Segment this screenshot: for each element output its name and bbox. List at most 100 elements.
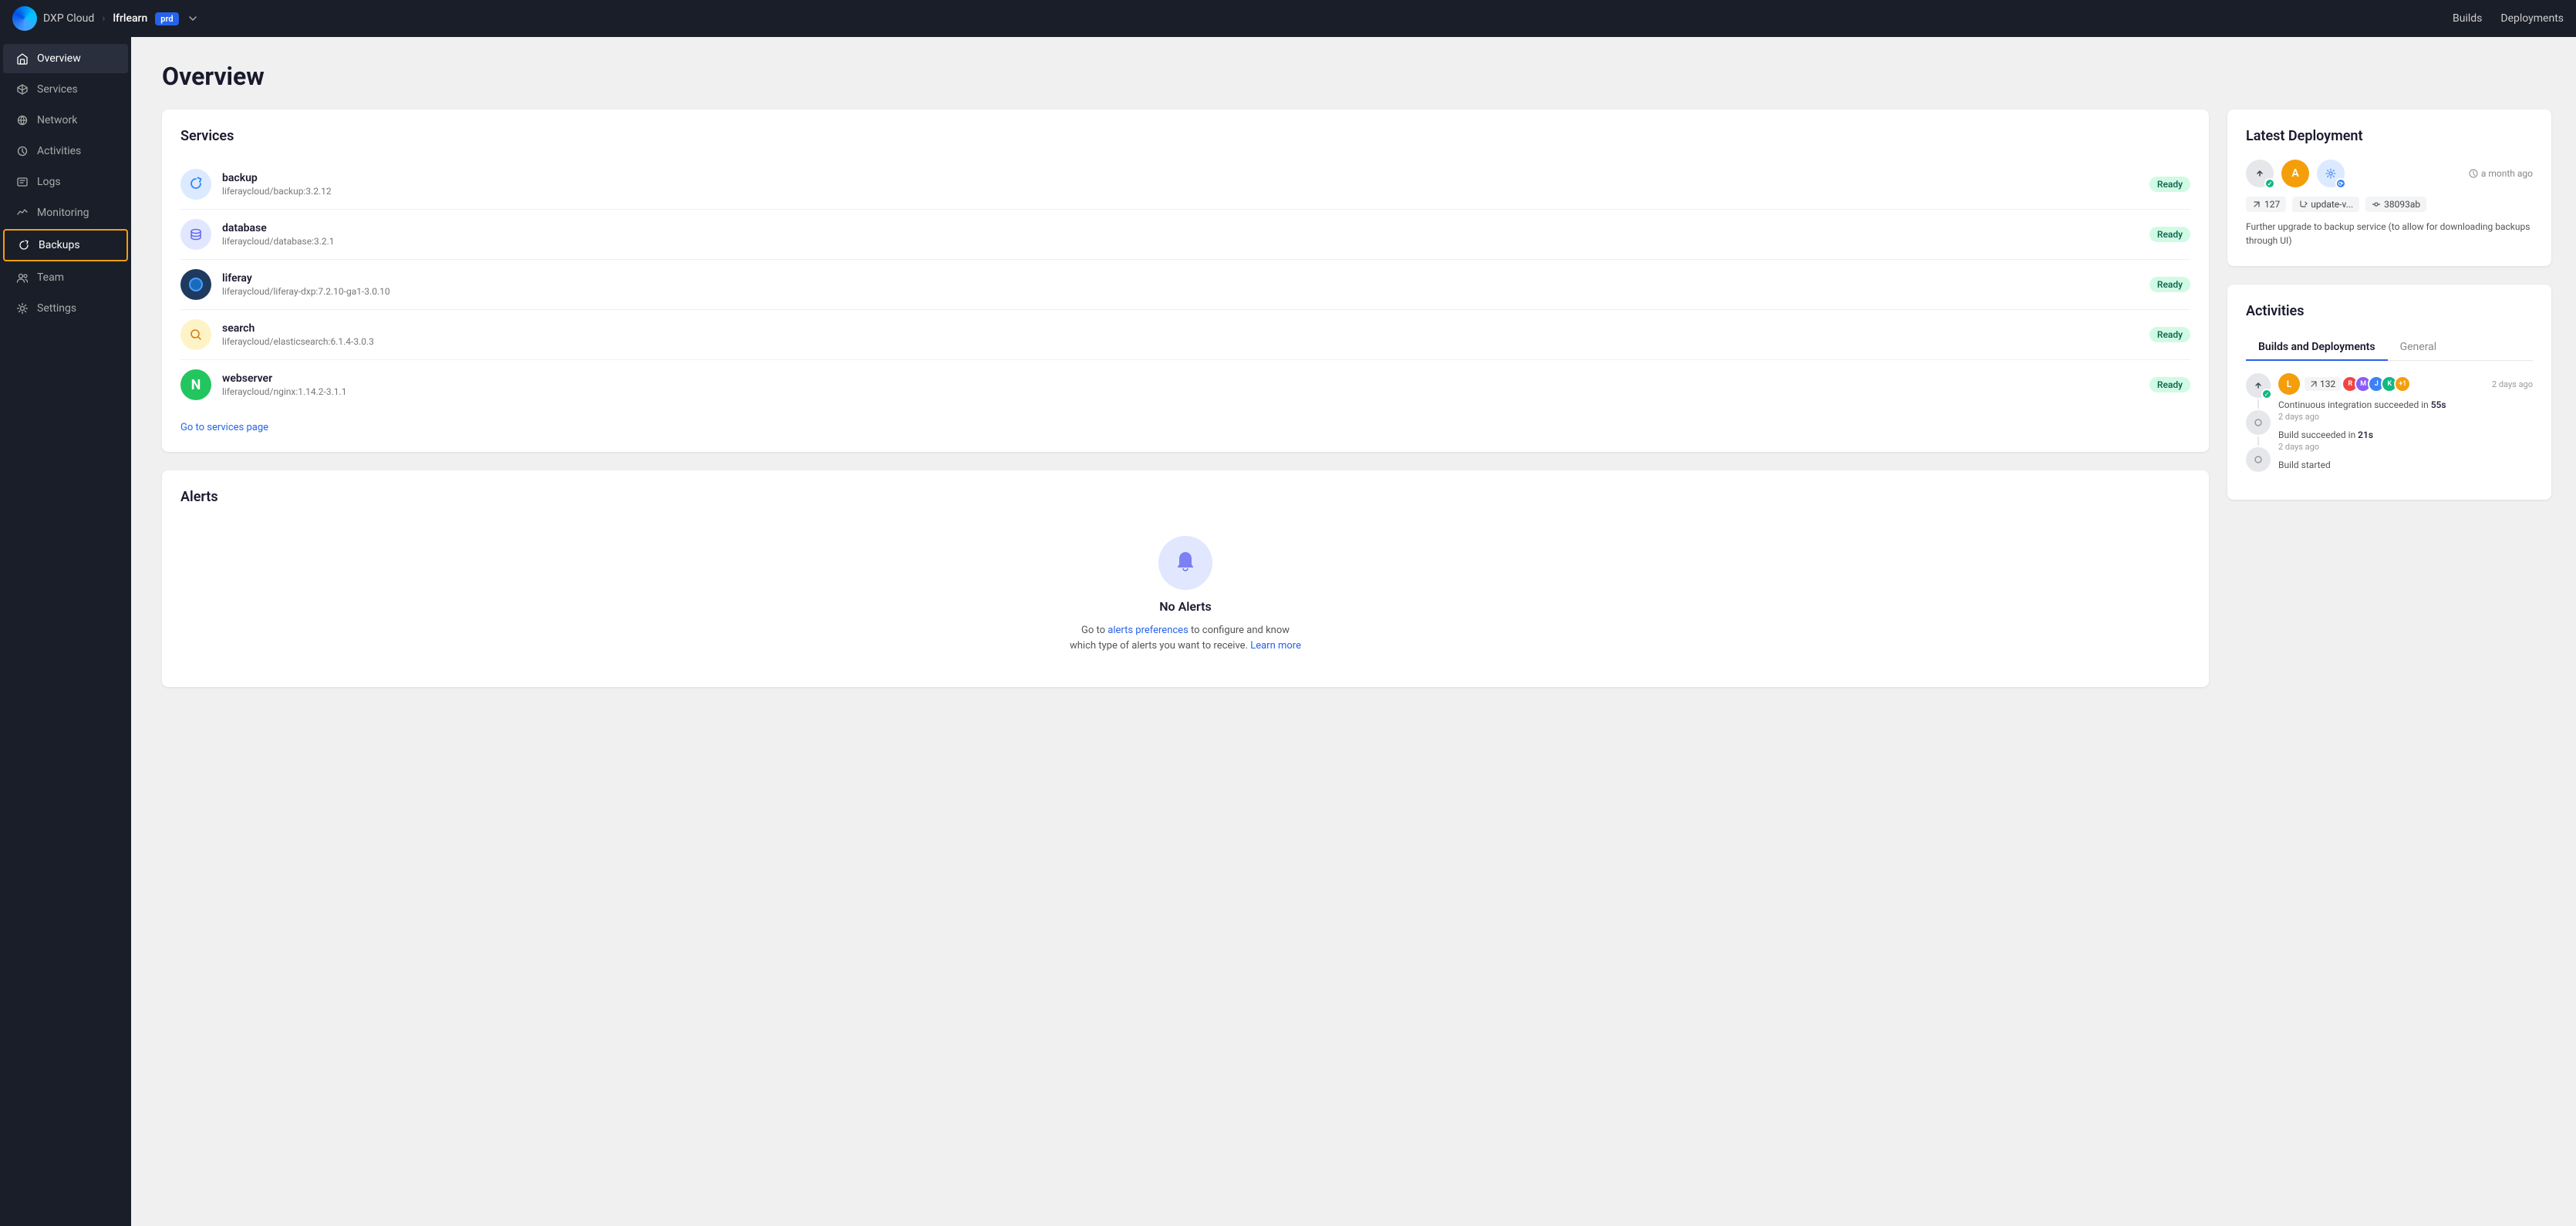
alerts-card: Alerts No Alerts Go to alerts preference…: [162, 470, 2209, 687]
sidebar: Overview Services Network Activities Log…: [0, 37, 131, 1226]
sidebar-item-overview[interactable]: Overview: [3, 44, 128, 73]
service-row: database liferaycloud/database:3.2.1 Rea…: [180, 210, 2190, 260]
status-badge-webserver: Ready: [2149, 377, 2190, 392]
logs-icon: [15, 175, 29, 189]
webserver-icon: N: [180, 369, 211, 400]
sidebar-label-logs: Logs: [37, 176, 61, 188]
liferay-icon: [180, 269, 211, 300]
sidebar-label-settings: Settings: [37, 302, 76, 315]
builds-link[interactable]: Builds: [2453, 12, 2482, 25]
project-name[interactable]: lfrlearn: [113, 12, 147, 25]
topnav: DXP Cloud › lfrlearn prd Builds Deployme…: [0, 0, 2576, 37]
sidebar-label-services: Services: [37, 83, 78, 96]
act-upload-icon: ✓: [2246, 373, 2271, 398]
act-sub-icon: [2246, 410, 2271, 435]
act-build-subtime: 2 days ago: [2278, 442, 2533, 452]
backups-icon: [17, 238, 31, 252]
sidebar-item-services[interactable]: Services: [3, 75, 128, 104]
learn-more-link[interactable]: Learn more: [1250, 640, 1301, 652]
content-grid: Services backup liferaycloud/backup:3.2.…: [162, 109, 2551, 687]
alerts-empty-state: No Alerts Go to alerts preferences to co…: [180, 520, 2190, 669]
sidebar-label-monitoring: Monitoring: [37, 207, 89, 219]
alerts-card-title: Alerts: [180, 489, 2190, 505]
database-icon: [180, 219, 211, 250]
app-body: Overview Services Network Activities Log…: [0, 37, 2576, 1226]
latest-deployment-card: Latest Deployment ✓ A ⟳: [2227, 109, 2551, 266]
sidebar-item-settings[interactable]: Settings: [3, 294, 128, 323]
services-card-title: Services: [180, 128, 2190, 144]
sidebar-label-backups: Backups: [39, 239, 80, 251]
team-icon: [15, 271, 29, 285]
deploy-user-avatar: A: [2281, 160, 2309, 187]
service-name-liferay: liferay: [222, 272, 2149, 285]
no-alerts-title: No Alerts: [1159, 599, 1212, 614]
page-title: Overview: [162, 62, 2551, 91]
left-column: Services backup liferaycloud/backup:3.2.…: [162, 109, 2209, 687]
act-user-avatar: L: [2278, 373, 2300, 395]
backup-icon: [180, 169, 211, 200]
act-build-num: 132: [2305, 377, 2341, 391]
activities-tabs: Builds and Deployments General: [2246, 335, 2533, 361]
sidebar-item-network[interactable]: Network: [3, 106, 128, 135]
right-column: Latest Deployment ✓ A ⟳: [2227, 109, 2551, 687]
dxp-cloud-logo: [12, 6, 37, 31]
status-badge-liferay: Ready: [2149, 277, 2190, 292]
monitoring-icon: [15, 206, 29, 220]
branch-tag: update-v...: [2292, 197, 2359, 212]
gear-check-icon: ⟳: [2335, 178, 2346, 189]
act-sub-icon2: [2246, 447, 2271, 472]
act-ci-text: Continuous integration succeeded in 55s: [2278, 398, 2533, 412]
act-time: 2 days ago: [2492, 379, 2533, 389]
sidebar-label-overview: Overview: [37, 52, 81, 65]
service-image-backup: liferaycloud/backup:3.2.12: [222, 186, 2149, 197]
tab-general[interactable]: General: [2388, 335, 2450, 361]
deployment-row: ✓ A ⟳ a month ago: [2246, 160, 2533, 187]
activity-icon: [15, 144, 29, 158]
services-card: Services backup liferaycloud/backup:3.2.…: [162, 109, 2209, 452]
sidebar-item-monitoring[interactable]: Monitoring: [3, 198, 128, 227]
service-image-webserver: liferaycloud/nginx:1.14.2-3.1.1: [222, 386, 2149, 397]
activities-title: Activities: [2246, 303, 2533, 319]
act-build-text: Build succeeded in 21s: [2278, 428, 2533, 442]
service-name-backup: backup: [222, 172, 2149, 184]
status-badge-search: Ready: [2149, 327, 2190, 342]
cube-icon: [15, 83, 29, 96]
search-icon-service: [180, 319, 211, 350]
deployment-meta-tags: 127 update-v... 38093ab: [2246, 197, 2533, 212]
env-dropdown-button[interactable]: [185, 12, 201, 25]
service-image-liferay: liferaycloud/liferay-dxp:7.2.10-ga1-3.0.…: [222, 286, 2149, 297]
sidebar-item-team[interactable]: Team: [3, 263, 128, 292]
sidebar-label-network: Network: [37, 114, 77, 126]
deploy-upload-avatar: ✓: [2246, 160, 2274, 187]
service-row: liferay liferaycloud/liferay-dxp:7.2.10-…: [180, 260, 2190, 310]
deployment-message: Further upgrade to backup service (to al…: [2246, 220, 2533, 248]
main-content: Overview Services backup liferaycloud/ba…: [131, 37, 2576, 1226]
service-name-search: search: [222, 322, 2149, 335]
sidebar-item-backups[interactable]: Backups: [3, 229, 128, 261]
activity-item: ✓ L: [2246, 373, 2533, 472]
sidebar-label-activities: Activities: [37, 145, 81, 157]
sidebar-item-activities[interactable]: Activities: [3, 136, 128, 166]
deploy-gear-avatar: ⟳: [2317, 160, 2345, 187]
topnav-right: Builds Deployments: [2453, 12, 2564, 25]
service-image-search: liferaycloud/elasticsearch:6.1.4-3.0.3: [222, 336, 2149, 347]
act-participant-avatars: R M J K +1: [2345, 376, 2411, 392]
tab-builds-deployments[interactable]: Builds and Deployments: [2246, 335, 2388, 361]
go-to-services-link[interactable]: Go to services page: [180, 422, 268, 433]
service-row: search liferaycloud/elasticsearch:6.1.4-…: [180, 310, 2190, 360]
sidebar-label-team: Team: [37, 271, 64, 284]
service-row: backup liferaycloud/backup:3.2.12 Ready: [180, 160, 2190, 210]
settings-icon: [15, 301, 29, 315]
sidebar-item-logs[interactable]: Logs: [3, 167, 128, 197]
activities-card: Activities Builds and Deployments Genera…: [2227, 285, 2551, 500]
act-ci-subtime: 2 days ago: [2278, 412, 2533, 422]
status-badge-database: Ready: [2149, 227, 2190, 242]
deployments-link[interactable]: Deployments: [2500, 12, 2564, 25]
nav-separator: ›: [102, 12, 105, 25]
act-build-started-text: Build started: [2278, 458, 2533, 472]
service-name-database: database: [222, 222, 2149, 234]
no-alerts-description: Go to alerts preferences to configure an…: [1070, 623, 1301, 653]
alerts-preferences-link[interactable]: alerts preferences: [1108, 625, 1189, 636]
service-image-database: liferaycloud/database:3.2.1: [222, 236, 2149, 247]
env-badge[interactable]: prd: [155, 12, 178, 25]
